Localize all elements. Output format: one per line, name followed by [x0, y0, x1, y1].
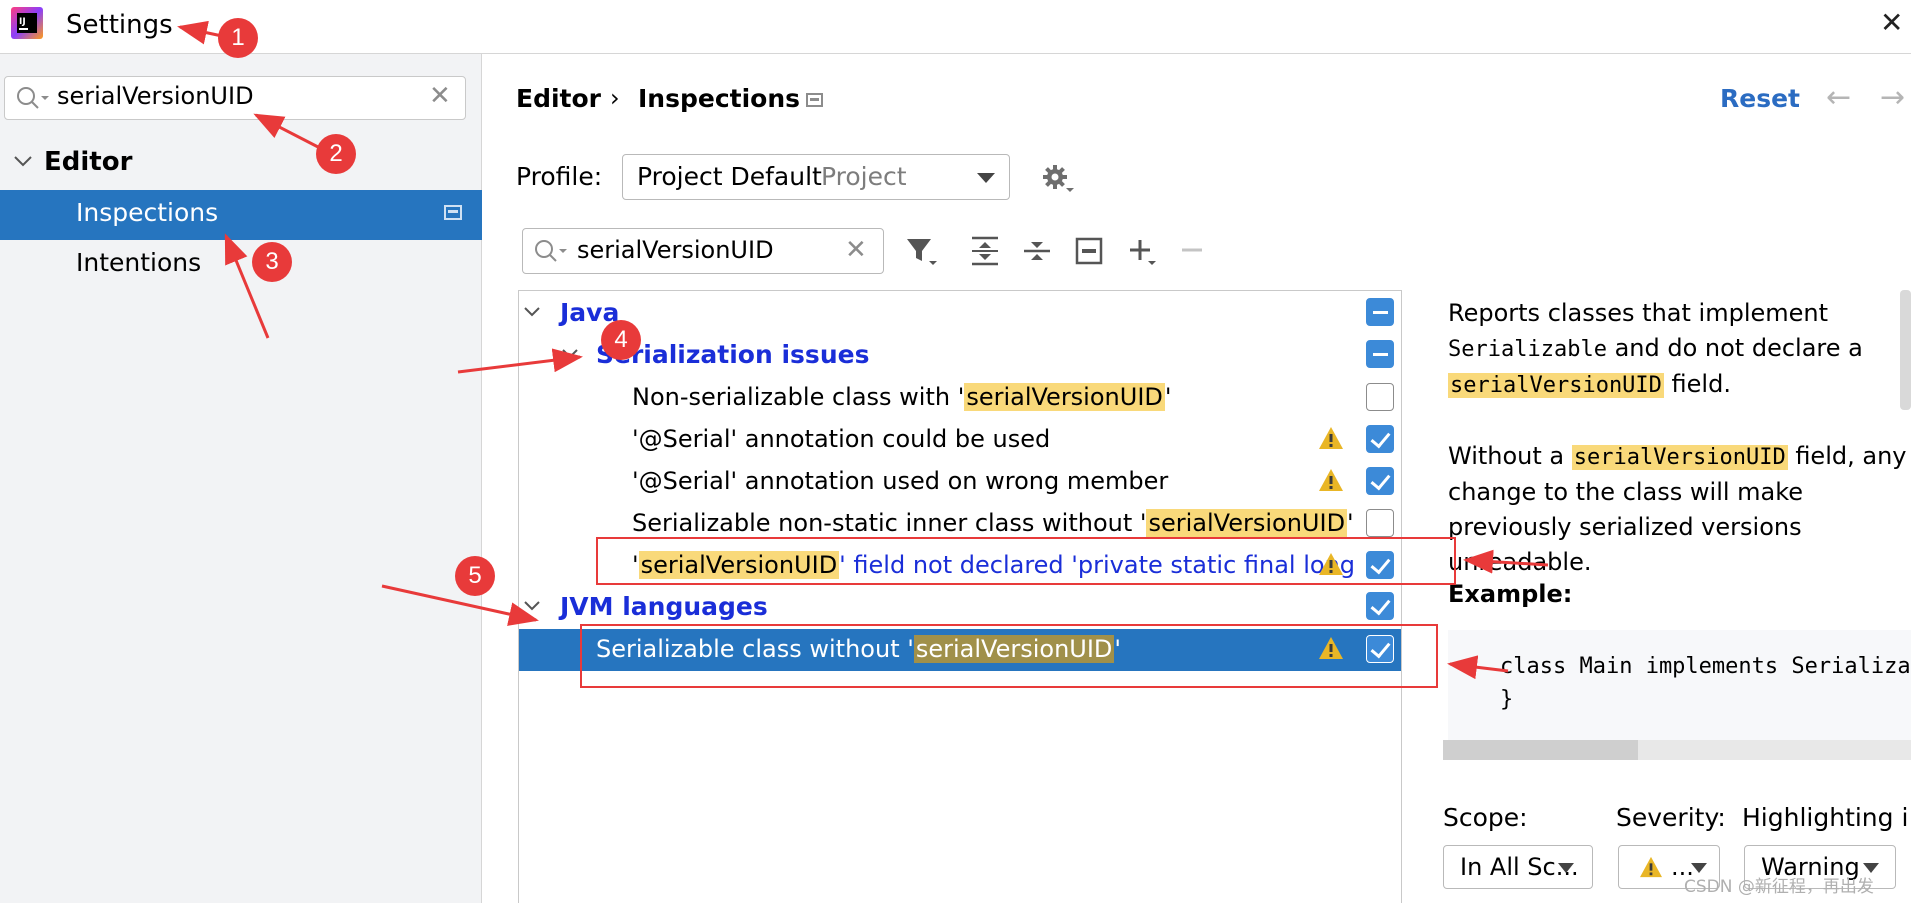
- annotation-badge: 1: [218, 18, 258, 58]
- annotation-badge: 2: [316, 134, 356, 174]
- annotation-badge: 5: [455, 556, 495, 596]
- annotation-arrows: [177, 20, 1549, 680]
- annotation-badge: 4: [601, 320, 641, 360]
- annotation-badge: 3: [252, 242, 292, 282]
- watermark: CSDN @新征程，再出发: [1684, 877, 1874, 897]
